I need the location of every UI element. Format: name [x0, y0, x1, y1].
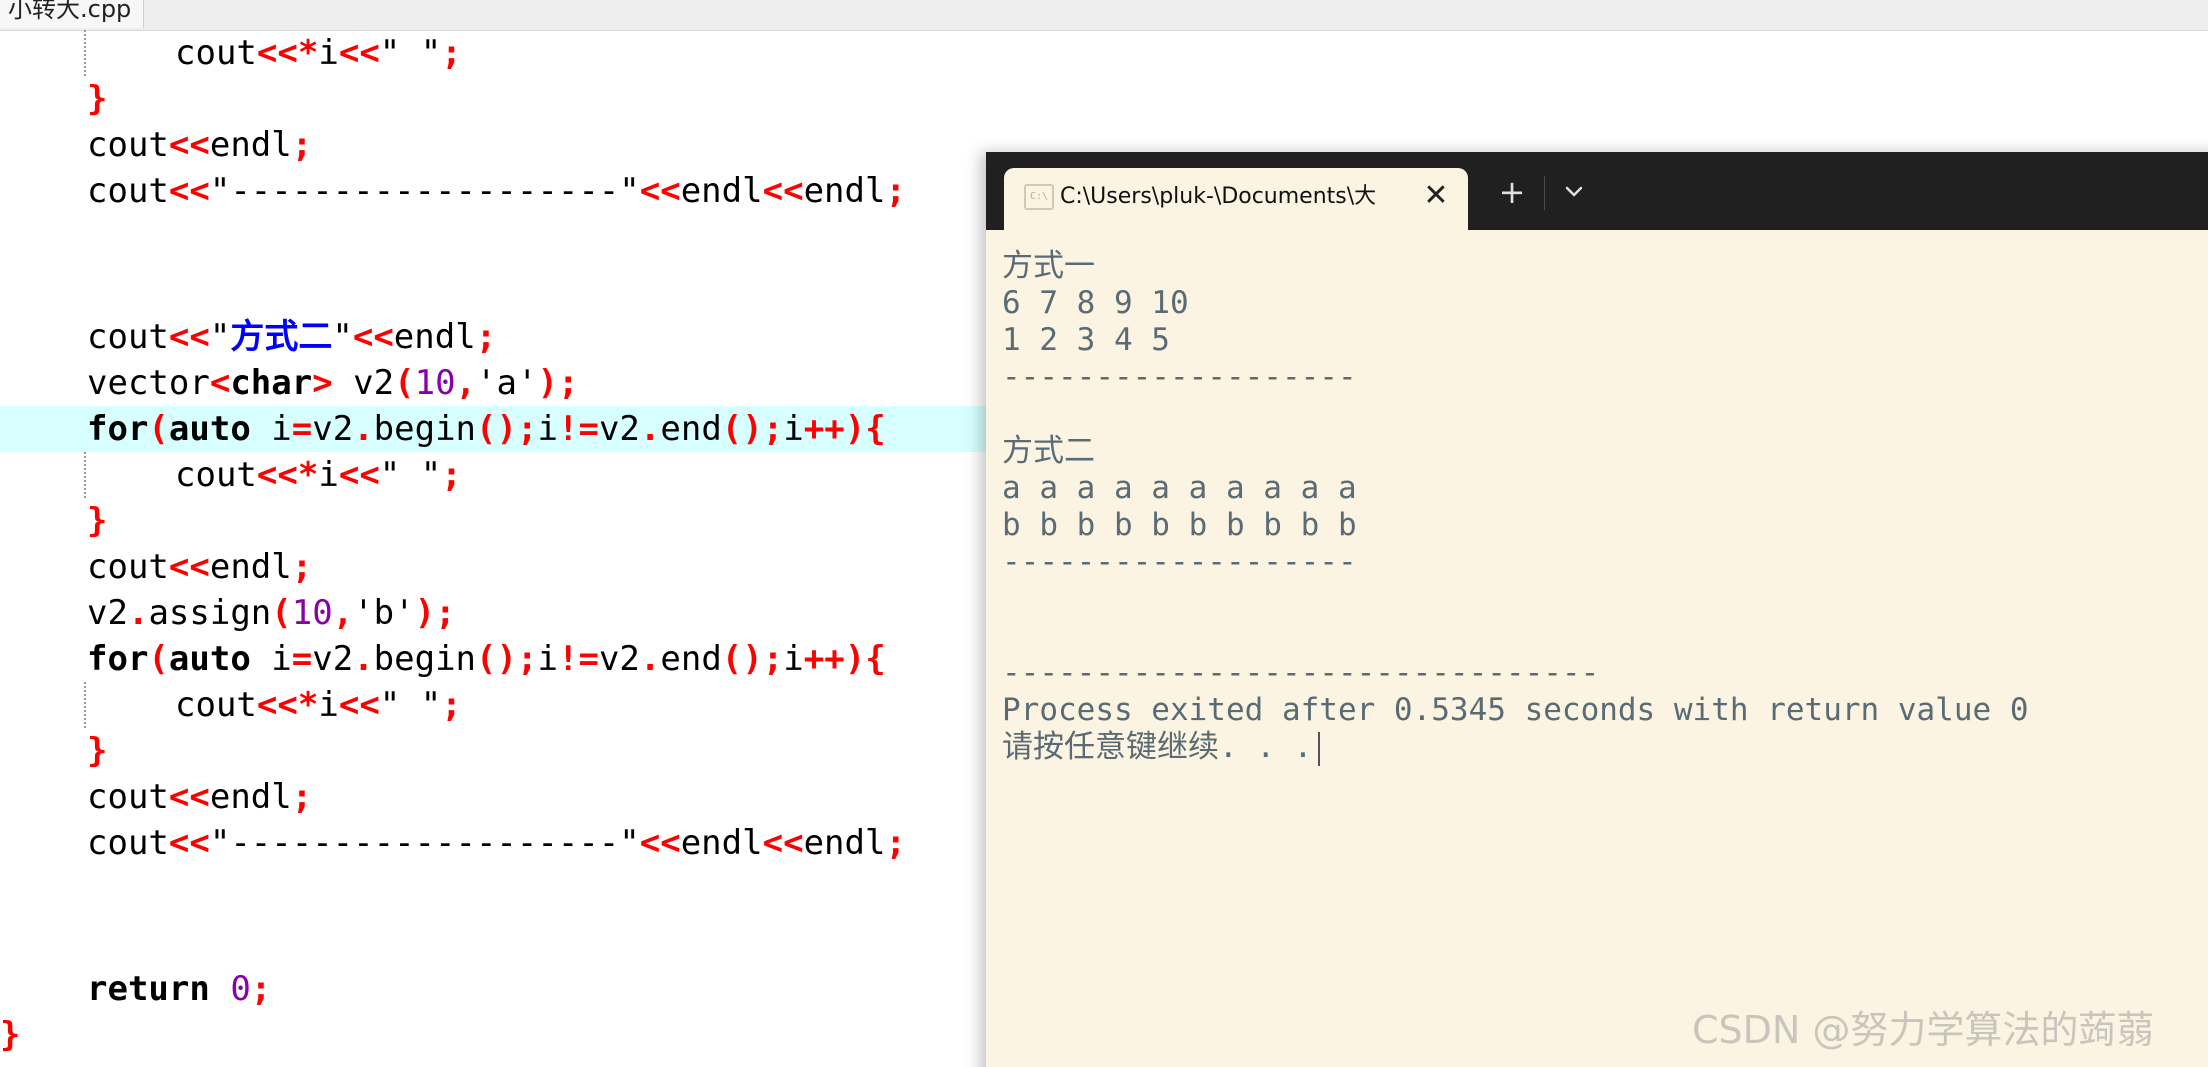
output-line: 1 2 3 4 5	[1002, 322, 1170, 358]
code-text: cout<<"-------------------"<<endl<<endl;	[87, 171, 906, 211]
output-prompt-line: 请按任意键继续. . .	[1002, 729, 2202, 766]
indent-guide	[84, 682, 86, 728]
code-text: }	[87, 79, 108, 119]
code-line-21: return 0;	[87, 966, 271, 1012]
code-text: }	[87, 731, 108, 771]
output-line: b b b b b b b b b b	[1002, 507, 1357, 543]
code-text: cout<<"方式二"<<endl;	[87, 317, 497, 357]
code-text: for(auto i=v2.begin();i!=v2.end();i++){	[87, 409, 886, 449]
code-line-4: cout<<"-------------------"<<endl<<endl;	[87, 168, 906, 214]
code-text: }	[0, 1015, 21, 1055]
output-line: Process exited after 0.5345 seconds with…	[1002, 692, 2029, 728]
new-tab-icon[interactable]: +	[1492, 172, 1532, 212]
indent-guide	[84, 30, 86, 76]
code-text: return 0;	[87, 969, 272, 1009]
code-text: cout<<endl;	[87, 125, 313, 165]
code-line-22: }	[0, 1012, 20, 1058]
code-line-1: cout<<*i<<" ";	[175, 30, 462, 76]
output-line: a a a a a a a a a a	[1002, 470, 1357, 506]
screenshot: 小转大.cpp cout<<*i<<" "; } cout<<endl; cou…	[0, 0, 2208, 1067]
output-line: 6 7 8 9 10	[1002, 285, 1189, 321]
chevron-down-icon[interactable]	[1554, 172, 1594, 212]
code-text: cout<<*i<<" ";	[175, 455, 462, 495]
code-line-3: cout<<endl;	[87, 122, 312, 168]
code-text: v2.assign(10,'b');	[87, 593, 456, 633]
titlebar-divider	[1544, 176, 1545, 210]
output-line: 方式二	[1002, 433, 1095, 469]
editor-file-tab[interactable]: 小转大.cpp	[0, 0, 145, 28]
output-line: -------------------	[1002, 359, 1357, 395]
code-text: cout<<"-------------------"<<endl<<endl;	[87, 823, 906, 863]
code-line-9: for(auto i=v2.begin();i!=v2.end();i++){	[87, 406, 886, 452]
code-text: }	[87, 501, 108, 541]
terminal-window[interactable]: C:\ C:\Users\pluk-\Documents\大 ✕ + 方式一 6…	[986, 152, 2208, 1067]
code-line-18: cout<<"-------------------"<<endl<<endl;	[87, 820, 906, 866]
terminal-icon: C:\	[1024, 184, 1054, 210]
code-line-2: }	[87, 76, 107, 122]
code-text: cout<<endl;	[87, 777, 313, 817]
code-line-12: cout<<endl;	[87, 544, 312, 590]
terminal-title-bar: C:\ C:\Users\pluk-\Documents\大 ✕ +	[986, 152, 2208, 230]
code-line-8: vector<char> v2(10,'a');	[87, 360, 578, 406]
code-text: cout<<*i<<" ";	[175, 685, 462, 725]
code-text: cout<<*i<<" ";	[175, 33, 462, 73]
indent-guide	[84, 452, 86, 498]
text-cursor	[1318, 731, 1321, 766]
code-line-13: v2.assign(10,'b');	[87, 590, 456, 636]
terminal-output: 方式一 6 7 8 9 10 1 2 3 4 5 ---------------…	[1002, 248, 2202, 766]
code-line-16: }	[87, 728, 107, 774]
code-line-17: cout<<endl;	[87, 774, 312, 820]
press-any-key-prompt: 请按任意键继续. . .	[1002, 729, 1313, 765]
code-text: for(auto i=v2.begin();i!=v2.end();i++){	[87, 639, 886, 679]
output-line: -------------------	[1002, 544, 1357, 580]
code-line-14: for(auto i=v2.begin();i!=v2.end();i++){	[87, 636, 886, 682]
watermark: CSDN @努力学算法的蒟蒻	[1692, 1008, 2155, 1052]
code-line-10: cout<<*i<<" ";	[175, 452, 462, 498]
code-line-7: cout<<"方式二"<<endl;	[87, 314, 496, 360]
output-line: --------------------------------	[1002, 655, 1600, 691]
close-icon[interactable]: ✕	[1416, 176, 1456, 216]
terminal-tab[interactable]: C:\ C:\Users\pluk-\Documents\大 ✕	[1004, 168, 1468, 230]
code-text: vector<char> v2(10,'a');	[87, 363, 579, 403]
code-line-15: cout<<*i<<" ";	[175, 682, 462, 728]
terminal-tab-title: C:\Users\pluk-\Documents\大	[1060, 184, 1377, 209]
code-line-11: }	[87, 498, 107, 544]
editor-tab-bar: 小转大.cpp	[0, 0, 2208, 31]
code-text: cout<<endl;	[87, 547, 313, 587]
output-line: 方式一	[1002, 248, 1095, 284]
